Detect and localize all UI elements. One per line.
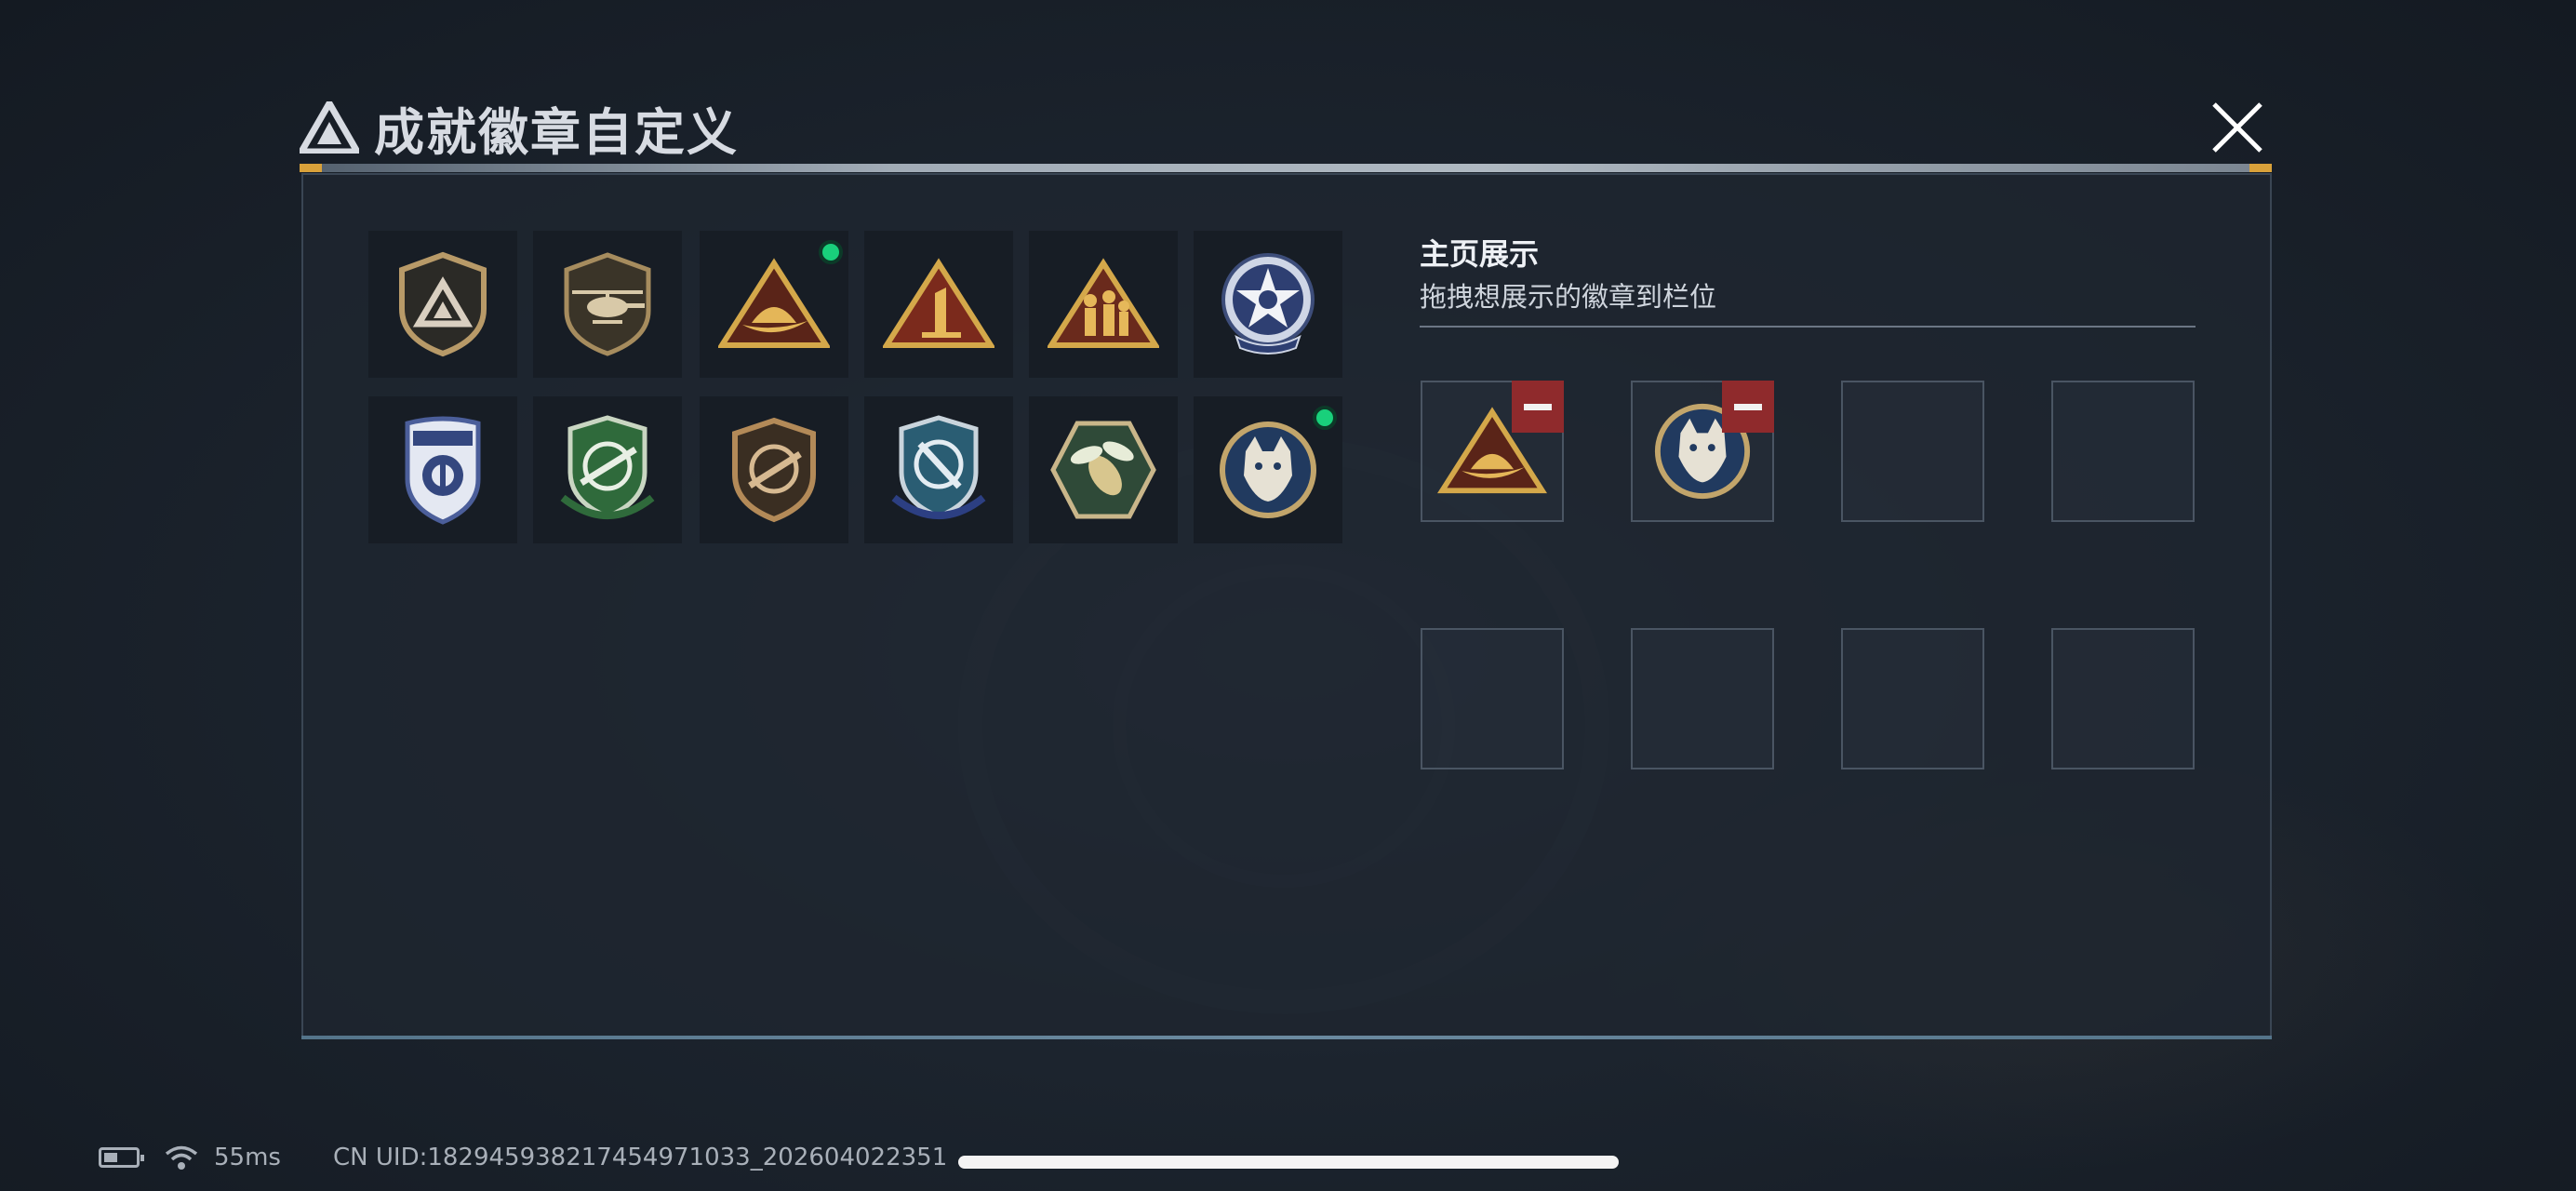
bronze-rifle-badge-icon	[732, 417, 816, 523]
minus-icon	[1524, 403, 1552, 410]
showcase-slot-2[interactable]	[1631, 381, 1774, 522]
badge-cell-hardhat-triangle[interactable]	[700, 231, 848, 378]
header-accent-right	[2249, 164, 2272, 172]
new-indicator-dot	[819, 240, 843, 264]
new-indicator-dot	[1313, 406, 1337, 430]
hardhat-triangle-badge-icon	[718, 258, 830, 348]
green-rifle-badge-icon	[560, 415, 655, 519]
uid-text: CN UID:1829459382174549710​33_2026040223…	[333, 1144, 948, 1171]
dialog-header: 成就徽章自定义	[300, 86, 739, 169]
remove-badge-button[interactable]	[1512, 381, 1564, 433]
blue-sniper-badge-icon	[891, 415, 986, 519]
triangle-logo-icon	[300, 101, 359, 154]
battery-icon	[99, 1147, 144, 1168]
star-skull-badge-icon	[1221, 253, 1315, 355]
badge-cell-triangle-shield[interactable]	[368, 231, 517, 378]
badge-cell-green-wasp[interactable]	[1029, 396, 1178, 543]
close-icon	[2212, 102, 2262, 153]
panel-bottom-border	[301, 1036, 2272, 1039]
showcase-slot-7[interactable]	[1841, 628, 1984, 769]
badge-cell-blue-police[interactable]	[368, 396, 517, 543]
triangle-shield-badge-icon	[399, 251, 487, 357]
showcase-slot-5[interactable]	[1421, 628, 1564, 769]
blue-police-badge-icon	[405, 416, 481, 525]
number-one-triangle-badge-icon	[883, 258, 994, 348]
badge-cell-wolf-medal[interactable]	[1194, 396, 1342, 543]
header-divider	[300, 164, 2272, 172]
badge-cell-helicopter[interactable]	[533, 231, 682, 378]
showcase-slot-4[interactable]	[2051, 381, 2195, 522]
showcase-subtitle: 拖拽想展示的徽章到栏位	[1420, 281, 1717, 313]
dialog-title: 成就徽章自定义	[374, 102, 739, 162]
showcase-title: 主页展示	[1420, 236, 1540, 272]
minus-icon	[1734, 403, 1762, 410]
showcase-slot-1[interactable]	[1421, 381, 1564, 522]
header-accent-left	[300, 164, 322, 172]
showcase-slot-6[interactable]	[1631, 628, 1774, 769]
status-bar: 55ms	[99, 1139, 281, 1176]
badge-cell-blue-sniper[interactable]	[864, 396, 1013, 543]
showcase-slot-3[interactable]	[1841, 381, 1984, 522]
green-wasp-badge-icon	[1050, 421, 1156, 519]
showcase-divider	[1420, 326, 2196, 328]
wifi-icon	[165, 1145, 198, 1170]
badge-cell-soldiers[interactable]	[1029, 231, 1178, 378]
soldiers-triangle-badge-icon	[1048, 258, 1159, 348]
badge-cell-star-skull[interactable]	[1194, 231, 1342, 378]
ping-text: 55ms	[214, 1144, 281, 1171]
badge-cell-bronze-rifle[interactable]	[700, 396, 848, 543]
close-button[interactable]	[2207, 97, 2268, 158]
badge-cell-number-one[interactable]	[864, 231, 1013, 378]
showcase-slot-8[interactable]	[2051, 628, 2195, 769]
badge-cell-green-rifle[interactable]	[533, 396, 682, 543]
home-indicator[interactable]	[958, 1156, 1619, 1169]
remove-badge-button[interactable]	[1722, 381, 1774, 433]
wolf-medal-badge-icon	[1220, 422, 1316, 518]
helicopter-badge-icon	[564, 252, 651, 356]
